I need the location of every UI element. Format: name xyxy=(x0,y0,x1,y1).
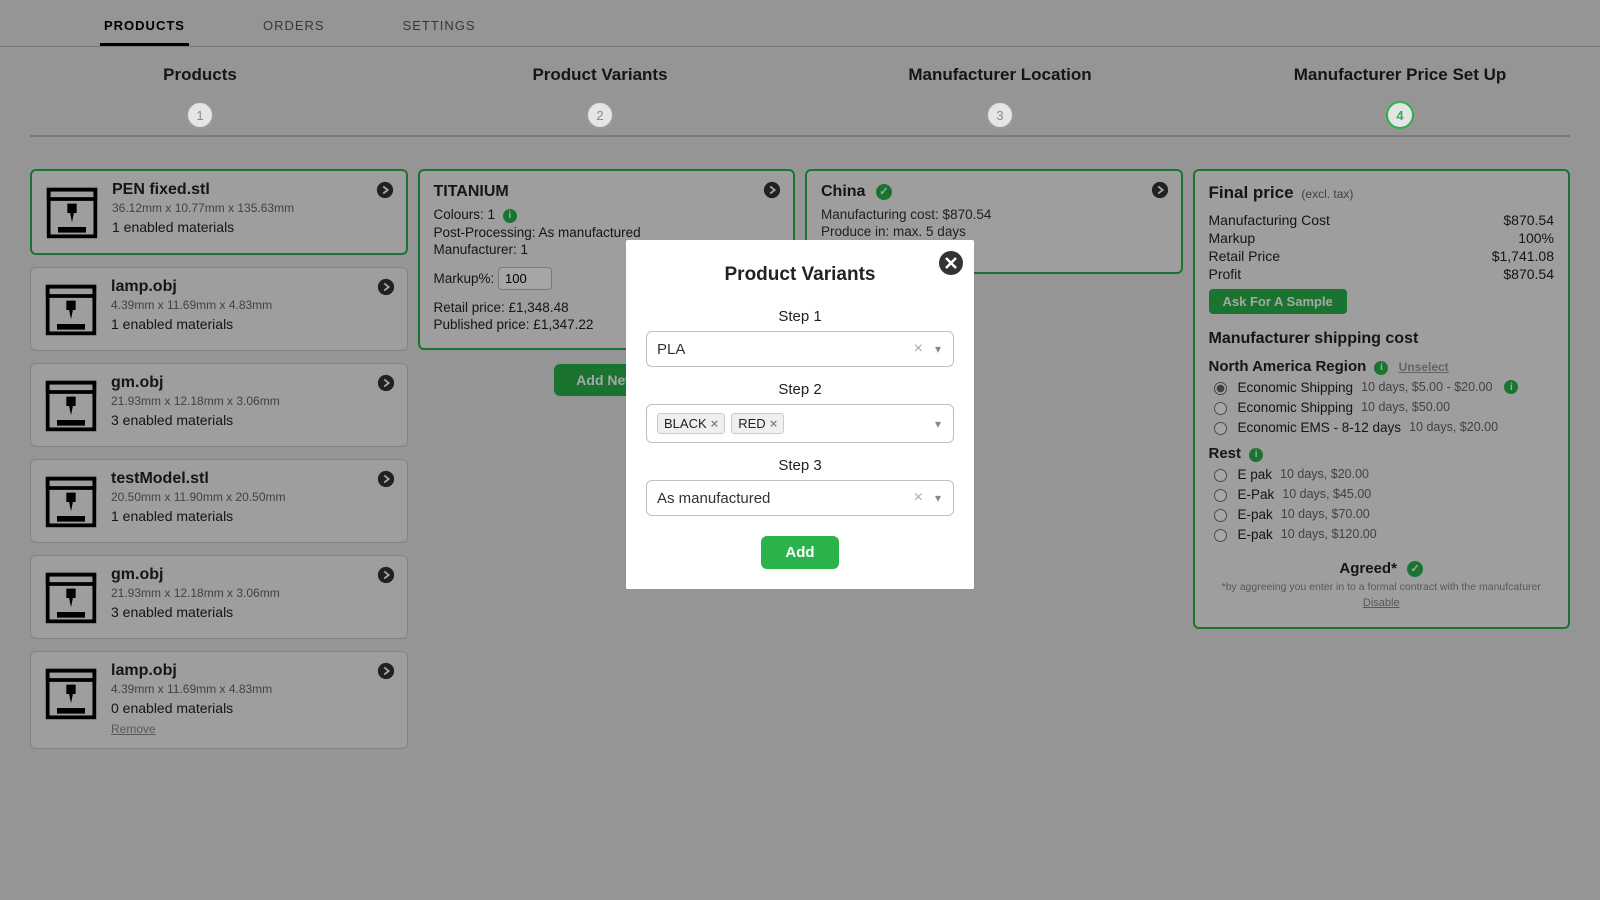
modal-step1-label: Step 1 xyxy=(646,308,954,325)
chevron-down-icon[interactable]: ▾ xyxy=(933,491,943,505)
postprocessing-selected: As manufactured xyxy=(657,490,904,507)
chevron-down-icon[interactable]: ▾ xyxy=(933,342,943,356)
modal-add-button[interactable]: Add xyxy=(761,536,838,569)
remove-chip-icon[interactable]: × xyxy=(711,416,719,431)
material-selected: PLA xyxy=(657,341,904,358)
step-circle-1[interactable]: 1 xyxy=(186,101,214,129)
step-circle-3[interactable]: 3 xyxy=(986,101,1014,129)
clear-icon[interactable]: × xyxy=(910,340,927,358)
modal-title: Product Variants xyxy=(646,264,954,286)
close-icon[interactable] xyxy=(938,250,964,276)
colour-chip-red: RED× xyxy=(731,413,784,434)
modal-step3-label: Step 3 xyxy=(646,457,954,474)
product-variants-modal: Product Variants Step 1 PLA × ▾ Step 2 B… xyxy=(626,240,974,589)
step-circle-4[interactable]: 4 xyxy=(1386,101,1414,129)
material-select[interactable]: PLA × ▾ xyxy=(646,331,954,367)
step-circle-2[interactable]: 2 xyxy=(586,101,614,129)
chevron-down-icon[interactable]: ▾ xyxy=(933,417,943,431)
postprocessing-select[interactable]: As manufactured × ▾ xyxy=(646,480,954,516)
modal-step2-label: Step 2 xyxy=(646,381,954,398)
colour-chip-black: BLACK× xyxy=(657,413,725,434)
colour-select[interactable]: BLACK× RED× ▾ xyxy=(646,404,954,443)
remove-chip-icon[interactable]: × xyxy=(770,416,778,431)
clear-icon[interactable]: × xyxy=(910,489,927,507)
